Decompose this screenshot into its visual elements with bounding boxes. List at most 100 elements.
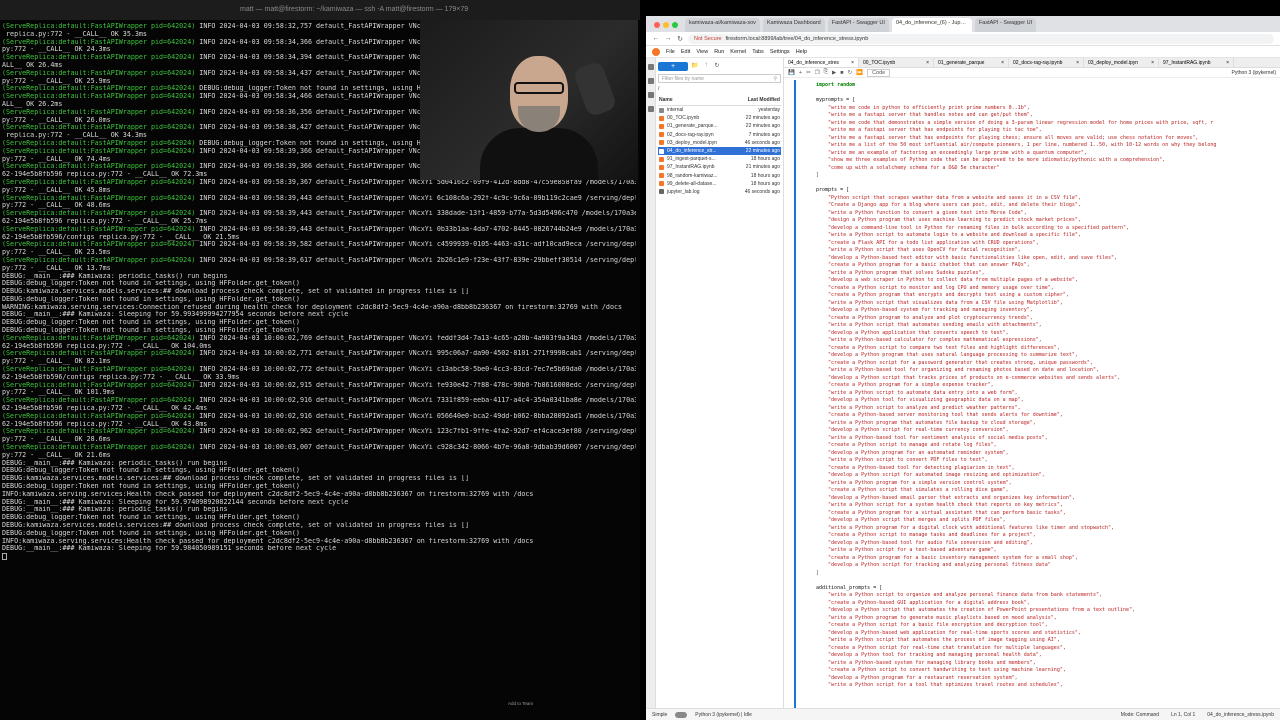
code-line: "develop a Python application that conve… [816, 329, 1009, 336]
url-input[interactable]: Not Secure firestorm.local:8899/lab/tree/… [688, 33, 1274, 44]
menu-item[interactable]: Help [796, 49, 807, 55]
upload-icon[interactable]: ↑ [702, 62, 710, 70]
code-editor[interactable]: import random myprompts = [ "write me cod… [816, 78, 1280, 690]
code-line: "develop a Python-based text editor with… [816, 254, 1118, 261]
file-filter-input[interactable]: Filter files by name ⚲ [658, 74, 781, 83]
close-tab-icon[interactable]: × [1226, 60, 1229, 66]
menu-item[interactable]: Tabs [752, 49, 764, 55]
browser-tab[interactable]: FastAPI - Swagger UI [827, 18, 889, 32]
add-to-team-label[interactable]: Add to Team [508, 701, 533, 706]
notebook-tab[interactable]: 04_do_inference_stres × [784, 58, 859, 67]
file-row[interactable]: 00_TOC.ipynb 22 minutes ago [658, 114, 781, 122]
minimize-window-icon[interactable] [663, 22, 669, 28]
back-icon[interactable]: ← [652, 35, 660, 42]
add-cell-icon[interactable]: + [799, 70, 802, 76]
log-text: 62-194e5b8fb596 replica.py:772 - __CALL_… [2, 342, 212, 350]
notebook-tab-label: 02_docs-rag-ray.ipynb [1013, 60, 1063, 66]
copy-icon[interactable]: ❐ [815, 70, 820, 76]
name-column-header[interactable]: Name [659, 97, 673, 103]
log-prefix: (ServeReplica:default:FastAPIWrapper pid… [2, 412, 196, 420]
modified-column-header[interactable]: Last Modified [748, 97, 780, 103]
notebook-tab[interactable]: 00_TOC.ipynb × [859, 58, 934, 67]
forward-icon[interactable]: → [664, 35, 672, 42]
running-icon[interactable] [647, 78, 654, 84]
code-line: "write a Python program for a simple ver… [816, 479, 1012, 486]
notebook-toolbar: 💾 + ✂ ❐ ⎘ ▶ ■ ↻ ⏩ Code Python 3 (ipykern… [784, 68, 1280, 78]
refresh-icon[interactable]: ↻ [713, 62, 721, 70]
terminal-line: DEBUG:__main__:### Kamiwaza: periodic_ta… [2, 506, 636, 514]
file-name: 00_TOC.ipynb [667, 115, 700, 122]
maximize-window-icon[interactable] [672, 22, 678, 28]
kernel-status[interactable]: Python 3 (ipykernel) | Idle [695, 712, 752, 718]
breadcrumb[interactable]: / [658, 86, 781, 92]
log-text: DEBUG:kamiwaza.services.models.services:… [2, 522, 470, 529]
file-row[interactable]: 01_generate_parque... 22 minutes ago [658, 122, 781, 130]
browser-tab[interactable]: kamiwaza-ai/kamiwaza-sov [685, 18, 760, 32]
log-text: INFO 2024-04-03 10:00:02,915 default_Fas… [199, 381, 636, 389]
cell-type-select[interactable]: Code [867, 68, 891, 77]
notebook-tab[interactable]: 01_generate_parque × [934, 58, 1009, 67]
close-tab-icon[interactable]: × [1151, 60, 1154, 66]
file-row[interactable]: 97_InstantRAG.ipynb 21 minutes ago [658, 163, 781, 171]
code-line: "Python script that scrapes weather data… [816, 194, 1081, 201]
close-window-icon[interactable] [654, 22, 660, 28]
close-tab-icon[interactable]: × [1076, 60, 1079, 66]
file-row[interactable]: 91_ingest-parquet-s... 18 hours ago [658, 155, 781, 163]
filter-placeholder: Filter files by name [662, 76, 704, 82]
stop-icon[interactable]: ■ [840, 70, 843, 76]
terminal-prompt-line[interactable] [2, 553, 636, 561]
terminal-line: (ServeReplica:default:FastAPIWrapper pid… [2, 335, 636, 343]
simple-mode-toggle[interactable] [675, 711, 688, 718]
reload-icon[interactable]: ↻ [676, 35, 684, 43]
file-row[interactable]: 99_delete-all-datase... 18 hours ago [658, 180, 781, 188]
file-name-cell: 97_InstantRAG.ipynb [659, 164, 715, 170]
menu-item[interactable]: View [696, 49, 708, 55]
file-row[interactable]: 02_docs-rag-ray.ipyn 7 minutes ago [658, 131, 781, 139]
log-prefix: (ServeReplica:default:FastAPIWrapper pid… [2, 210, 196, 218]
code-line: additional_prompts = [ [816, 584, 883, 591]
log-text: INFO 2024-04-03 09:58:39,443 default_Fas… [199, 194, 636, 202]
menu-item[interactable]: Run [714, 49, 724, 55]
notebook-tab[interactable]: 03_deploy_model.ipyn × [1084, 58, 1159, 67]
save-icon[interactable]: 💾 [788, 70, 795, 76]
code-line: "develop a Python script that merges and… [816, 517, 1006, 523]
close-tab-icon[interactable]: × [926, 60, 929, 66]
menu-item[interactable]: Kernel [730, 49, 746, 55]
menu-item[interactable]: Edit [681, 49, 690, 55]
file-row[interactable]: 03_deploy_model.ipyn 46 seconds ago [658, 139, 781, 147]
browser-tab[interactable]: Kamiwaza Dashboard [762, 18, 825, 32]
notebook-tab[interactable]: 02_docs-rag-ray.ipynb × [1009, 58, 1084, 67]
restart-icon[interactable]: ↻ [848, 70, 853, 76]
terminal-line: DEBUG:kamiwaza.services.models.services:… [2, 475, 636, 483]
not-secure-badge[interactable]: Not Secure [694, 36, 722, 42]
folder-icon[interactable] [647, 64, 654, 70]
close-tab-icon[interactable]: × [1001, 60, 1004, 66]
log-prefix: (ServeReplica:default:FastAPIWrapper pid… [2, 428, 196, 436]
code-cell[interactable]: import random myprompts = [ "write me cod… [784, 78, 1280, 708]
notebook-tab[interactable]: 97_InstantRAG.ipynb × [1159, 58, 1234, 67]
cursor-position[interactable]: Ln 1, Col 1 [1171, 712, 1195, 718]
log-text: DEBUG:__main__:### Kamiwaza: Sleeping fo… [2, 311, 349, 319]
file-modified: 46 seconds ago [744, 188, 780, 195]
new-launcher-button[interactable]: + [658, 61, 688, 71]
run-icon[interactable]: ▶ [832, 70, 836, 76]
file-row[interactable]: 04_do_inference_str... 22 minutes ago [658, 146, 781, 156]
toc-icon[interactable] [647, 92, 654, 98]
extension-icon[interactable] [647, 106, 654, 112]
menu-item[interactable]: File [666, 49, 675, 55]
file-row[interactable]: internal yesterday [658, 106, 781, 114]
kernel-name[interactable]: Python 3 (ipykernel) [1232, 70, 1276, 76]
terminal-window[interactable]: matt — matt@firestorm: ~/kamiwaza — ssh … [0, 0, 640, 720]
code-line: "write a Python script for a text-based … [816, 547, 997, 553]
paste-icon[interactable]: ⎘ [824, 69, 828, 76]
browser-tab[interactable]: 04_do_inference_(6) - Jupyter [891, 18, 972, 32]
close-tab-icon[interactable]: × [851, 60, 854, 66]
new-folder-icon[interactable]: 📁 [691, 62, 699, 70]
browser-tab[interactable]: FastAPI - Swagger UI [974, 18, 1037, 32]
run-all-icon[interactable]: ⏩ [856, 70, 863, 76]
address-bar: ← → ↻ Not Secure firestorm.local:8899/lab… [646, 32, 1280, 46]
file-row[interactable]: jupyter_lab.log 46 seconds ago [658, 188, 781, 196]
cut-icon[interactable]: ✂ [806, 70, 811, 76]
file-row[interactable]: 98_random-kamiwaz... 18 hours ago [658, 172, 781, 180]
menu-item[interactable]: Settings [770, 49, 790, 55]
